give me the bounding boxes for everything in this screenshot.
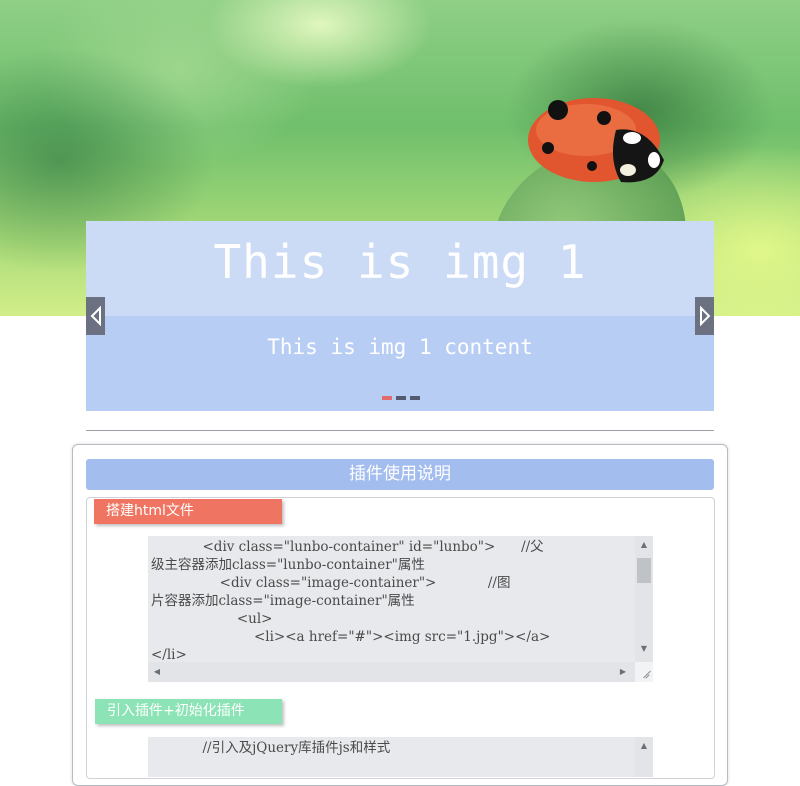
slider-prev-button[interactable] [86,297,105,335]
triangle-right-icon [699,306,710,326]
scroll-up-icon[interactable]: ▲ [635,538,653,552]
divider [86,430,714,431]
slide-title: This is img 1 [213,235,587,289]
scroll-down-icon[interactable]: ▼ [635,642,653,656]
slider-pagination [382,396,420,401]
vertical-scrollbar[interactable]: ▲ ▼ [635,536,653,662]
resize-handle-icon[interactable] [635,662,653,682]
ladybug-graphic [528,98,664,183]
slide-content: This is img 1 content [267,335,533,359]
scroll-thumb[interactable] [637,558,651,583]
horizontal-scrollbar[interactable]: ◀ ▶ [148,662,635,682]
scroll-up-icon[interactable]: ▲ [635,739,653,753]
slider-next-button[interactable] [695,297,714,335]
triangle-left-icon [90,306,101,326]
code-textarea-1[interactable]: <div class="lunbo-container" id="lunbo">… [148,536,653,682]
code-text-1: <div class="lunbo-container" id="lunbo">… [151,539,551,663]
lunbo-slider: This is img 1 This is img 1 content [86,221,714,411]
scroll-left-icon[interactable]: ◀ [150,665,164,679]
slider-dot-3[interactable] [410,396,420,400]
step-1-label: 搭建html文件 [94,499,282,524]
scroll-right-icon[interactable]: ▶ [616,665,630,679]
step-2-label: 引入插件+初始化插件 [95,699,282,724]
instructions-heading: 插件使用说明 [86,459,714,490]
code-textarea-2[interactable]: //引入及jQuery库插件js和样式 ▲ [148,737,653,777]
slider-dot-1[interactable] [382,396,392,400]
code-text-2: //引入及jQuery库插件js和样式 [151,740,391,756]
vertical-scrollbar-2[interactable]: ▲ [635,737,653,777]
slider-dot-2[interactable] [396,396,406,400]
